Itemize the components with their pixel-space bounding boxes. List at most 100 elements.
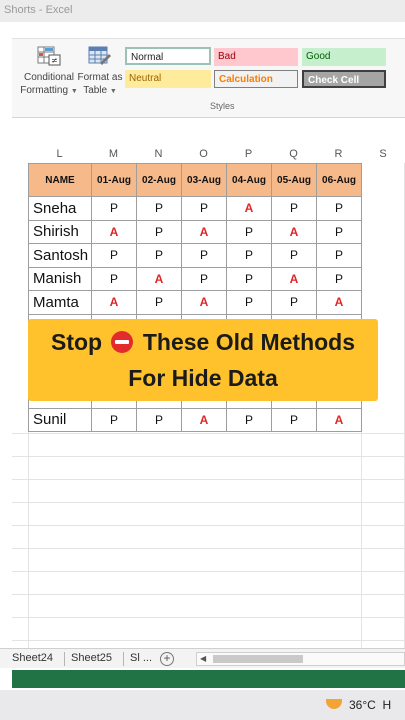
tab-divider (123, 652, 124, 666)
style-normal-label: Normal (131, 52, 164, 63)
column-header-o[interactable]: O (181, 146, 226, 163)
column-header-n[interactable]: N (136, 146, 181, 163)
attendance-cell[interactable]: P (226, 407, 272, 432)
table-row: Santosh P P P P P P (28, 243, 362, 268)
title-bar: Shorts - Excel (0, 0, 405, 22)
header-cell[interactable]: 04-Aug (226, 163, 272, 197)
style-neutral[interactable]: Neutral (125, 70, 211, 88)
header-cell[interactable]: 02-Aug (136, 163, 182, 197)
attendance-cell[interactable]: A (181, 290, 227, 315)
header-cell[interactable]: 05-Aug (271, 163, 317, 197)
chevron-down-icon: ▼ (109, 88, 117, 95)
attendance-cell[interactable]: P (136, 196, 182, 221)
attendance-cell[interactable]: P (316, 196, 362, 221)
name-cell[interactable]: Mamta (28, 290, 92, 315)
attendance-cell[interactable]: A (271, 219, 317, 244)
attendance-cell[interactable]: A (91, 290, 137, 315)
weather-lamp-icon[interactable] (326, 699, 342, 709)
format-as-table-button[interactable]: Format as Table ▼ (76, 45, 124, 98)
attendance-cell[interactable]: P (226, 243, 272, 268)
attendance-cell[interactable]: A (316, 290, 362, 315)
horizontal-scrollbar[interactable]: ◀ (196, 652, 405, 666)
attendance-cell[interactable]: P (91, 407, 137, 432)
attendance-cell[interactable]: P (136, 219, 182, 244)
attendance-cell[interactable]: P (271, 290, 317, 315)
attendance-cell[interactable]: P (226, 266, 272, 291)
table-row: Mamta A P A P P A (28, 290, 362, 315)
attendance-cell[interactable]: P (316, 219, 362, 244)
column-header-q[interactable]: Q (271, 146, 316, 163)
taskbar-temperature[interactable]: 36°C H (349, 698, 391, 712)
style-good[interactable]: Good (302, 48, 386, 66)
column-header-r[interactable]: R (316, 146, 361, 163)
name-cell[interactable]: Santosh (28, 243, 92, 268)
attendance-cell[interactable]: A (316, 407, 362, 432)
header-cell[interactable]: 01-Aug (91, 163, 137, 197)
attendance-cell[interactable]: P (271, 196, 317, 221)
sheet-tab-sheet25[interactable]: Sheet25 (71, 652, 112, 664)
grid-line (12, 456, 405, 457)
scrollbar-thumb[interactable] (213, 655, 303, 663)
name-cell[interactable]: Shirish (28, 219, 92, 244)
style-good-label: Good (306, 51, 331, 62)
name-cell[interactable]: Sunil (28, 407, 92, 432)
attendance-cell[interactable]: P (91, 243, 137, 268)
sheet-tab-more[interactable]: Sl ... (130, 652, 152, 664)
attendance-cell[interactable]: P (136, 290, 182, 315)
attendance-cell[interactable]: A (226, 196, 272, 221)
style-calculation[interactable]: Calculation (214, 70, 298, 88)
banner-line-1: Stop These Old Methods (28, 329, 378, 356)
attendance-cell[interactable]: P (91, 196, 137, 221)
grid-line (12, 571, 405, 572)
name-cell[interactable]: Sneha (28, 196, 92, 221)
style-neutral-label: Neutral (129, 73, 162, 84)
conditional-formatting-button[interactable]: ≠ Conditional Formatting ▼ (18, 45, 80, 98)
attendance-cell[interactable]: P (271, 243, 317, 268)
attendance-cell[interactable]: P (136, 407, 182, 432)
format-as-table-label-1: Format as (77, 72, 123, 83)
name-cell[interactable]: Manish (28, 266, 92, 291)
attendance-cell[interactable]: A (181, 407, 227, 432)
style-bad[interactable]: Bad (214, 48, 298, 66)
style-check-cell[interactable]: Check Cell (302, 70, 386, 88)
windows-taskbar: 36°C H (0, 690, 405, 720)
format-as-table-label-2: Table (83, 85, 108, 96)
grid-line (12, 617, 405, 618)
attendance-cell[interactable]: A (271, 266, 317, 291)
add-sheet-icon[interactable]: + (160, 652, 174, 666)
sheet-tab-sheet24[interactable]: Sheet24 (12, 652, 53, 664)
attendance-cell[interactable]: A (136, 266, 182, 291)
conditional-formatting-label-1: Conditional (23, 72, 75, 83)
temperature-text: 36°C (349, 698, 376, 712)
scroll-left-icon[interactable]: ◀ (200, 653, 206, 665)
table-row: Sneha P P P A P P (28, 196, 362, 221)
attendance-cell[interactable]: A (181, 219, 227, 244)
attendance-cell[interactable]: P (316, 243, 362, 268)
attendance-cell[interactable]: P (181, 196, 227, 221)
status-bar (12, 670, 405, 688)
header-cell[interactable]: NAME (28, 163, 92, 197)
grid-line (12, 640, 405, 641)
table-row: Manish P A P P A P (28, 266, 362, 291)
attendance-cell[interactable]: P (226, 290, 272, 315)
table-header-row: NAME 01-Aug 02-Aug 03-Aug 04-Aug 05-Aug 06-Aug (28, 163, 362, 197)
svg-text:≠: ≠ (51, 56, 58, 65)
attendance-cell[interactable]: P (136, 243, 182, 268)
attendance-cell[interactable]: A (91, 219, 137, 244)
attendance-cell[interactable]: P (181, 266, 227, 291)
style-normal[interactable]: Normal (125, 47, 211, 65)
column-header-m[interactable]: M (91, 146, 136, 163)
column-header-l[interactable]: L (28, 146, 91, 163)
attendance-cell[interactable]: P (91, 266, 137, 291)
grid-line (12, 502, 405, 503)
column-header-s[interactable]: S (361, 146, 405, 163)
attendance-cell[interactable]: P (316, 266, 362, 291)
attendance-cell[interactable]: P (181, 243, 227, 268)
style-check-cell-label: Check Cell (308, 75, 360, 86)
ribbon: ≠ Conditional Formatting ▼ Format as Tab… (12, 38, 405, 118)
attendance-cell[interactable]: P (271, 407, 317, 432)
header-cell[interactable]: 03-Aug (181, 163, 227, 197)
column-header-p[interactable]: P (226, 146, 271, 163)
header-cell[interactable]: 06-Aug (316, 163, 362, 197)
attendance-cell[interactable]: P (226, 219, 272, 244)
